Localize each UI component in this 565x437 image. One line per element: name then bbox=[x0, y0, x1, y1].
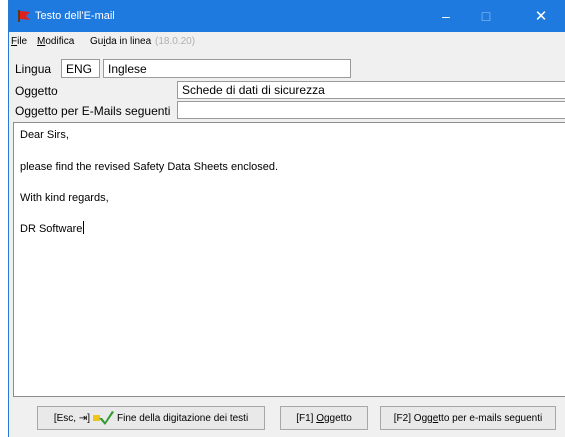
email-text-window: Testo dell'E-mail – □ ✕ File Modifica Gu… bbox=[8, 0, 565, 437]
f2-subsequent-subject-button[interactable]: [F2] Ogg e tto per e-mails seguenti bbox=[380, 406, 556, 430]
subject-field[interactable]: Schede di dati di sicurezza bbox=[177, 81, 565, 99]
minimize-button[interactable]: – bbox=[426, 0, 466, 32]
body-line: Dear Sirs, bbox=[20, 129, 69, 141]
subsequent-subject-label: Oggetto per E-Mails seguenti bbox=[15, 104, 171, 118]
body-line-text: DR Software bbox=[20, 223, 83, 235]
menu-bar: File Modifica Guida in linea (18.0.20) bbox=[9, 34, 565, 50]
close-button[interactable]: ✕ bbox=[521, 0, 561, 32]
version-label: (18.0.20) bbox=[155, 36, 196, 47]
menu-guida[interactable]: Guida in linea bbox=[90, 34, 151, 50]
bottom-toolbar: [Esc, ⇥] Fine della digitazione dei test… bbox=[9, 397, 565, 437]
menu-file-label: ile bbox=[17, 36, 28, 47]
language-code-field[interactable]: ENG bbox=[61, 59, 100, 78]
f2-pre: Ogg bbox=[413, 412, 433, 424]
f1-key: [F1] bbox=[296, 412, 314, 424]
email-body-textarea[interactable]: Dear Sirs, please find the revised Safet… bbox=[13, 122, 565, 397]
f2-label: tto per e-mails seguenti bbox=[438, 412, 543, 424]
f1-subject-button[interactable]: [F1] Oggetto bbox=[280, 406, 368, 430]
window-title: Testo dell'E-mail bbox=[35, 10, 115, 22]
title-bar[interactable]: Testo dell'E-mail – □ ✕ bbox=[9, 0, 565, 32]
menu-file[interactable]: File bbox=[11, 34, 27, 50]
menu-guida-label: da in linea bbox=[105, 36, 152, 47]
app-flag-icon bbox=[18, 10, 30, 22]
language-name-field[interactable]: Inglese bbox=[103, 59, 351, 78]
oggetto-label: Oggetto bbox=[15, 84, 58, 98]
lingua-label: Lingua bbox=[15, 62, 52, 76]
maximize-button[interactable]: □ bbox=[466, 0, 506, 32]
subsequent-subject-field[interactable] bbox=[177, 101, 565, 119]
finish-shortcut: [Esc, ⇥] bbox=[53, 412, 90, 424]
menu-guida-pre: Gu bbox=[90, 36, 104, 47]
f2-key: [F2] bbox=[393, 412, 412, 424]
text-caret bbox=[83, 221, 85, 234]
f1-accel: O bbox=[316, 412, 324, 424]
body-line-last: DR Software bbox=[20, 221, 85, 236]
finish-typing-button[interactable]: [Esc, ⇥] Fine della digitazione dei test… bbox=[37, 406, 265, 430]
body-line: With kind regards, bbox=[20, 192, 109, 204]
f1-label: ggetto bbox=[323, 412, 352, 424]
check-icon bbox=[92, 411, 114, 425]
menu-modifica[interactable]: Modifica bbox=[37, 34, 74, 50]
finish-label: Fine della digitazione dei testi bbox=[116, 412, 249, 424]
menu-modifica-label: odifica bbox=[45, 36, 75, 47]
body-line: please find the revised Safety Data Shee… bbox=[20, 161, 279, 173]
